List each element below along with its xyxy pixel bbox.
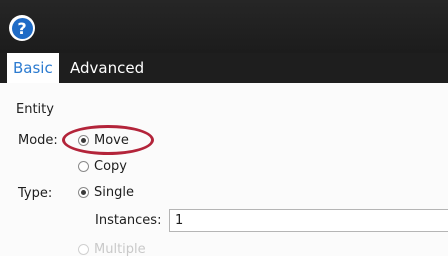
top-bar: ?	[0, 0, 448, 53]
tab-basic[interactable]: Basic	[7, 53, 59, 83]
instances-label: Instances:	[95, 213, 162, 228]
mode-label: Mode:	[18, 133, 58, 148]
entity-label: Entity	[16, 102, 54, 117]
type-label: Type:	[18, 186, 53, 201]
mode-copy-label[interactable]: Copy	[94, 159, 127, 174]
mode-copy-radio[interactable]	[78, 161, 89, 172]
tab-advanced[interactable]: Advanced	[70, 53, 144, 83]
instances-input[interactable]: 1	[169, 209, 448, 232]
type-multiple-label[interactable]: Multiple	[94, 242, 146, 257]
help-icon[interactable]: ?	[9, 15, 35, 41]
tab-bar: Basic Advanced	[0, 53, 448, 83]
help-icon-symbol: ?	[11, 17, 33, 39]
type-single-radio[interactable]	[78, 187, 89, 198]
type-single-label[interactable]: Single	[94, 185, 134, 200]
mode-move-radio[interactable]	[78, 135, 89, 146]
partially-visible-row: Multiple	[0, 238, 448, 257]
type-multiple-radio[interactable]	[78, 244, 89, 255]
mode-move-label[interactable]: Move	[94, 133, 129, 148]
